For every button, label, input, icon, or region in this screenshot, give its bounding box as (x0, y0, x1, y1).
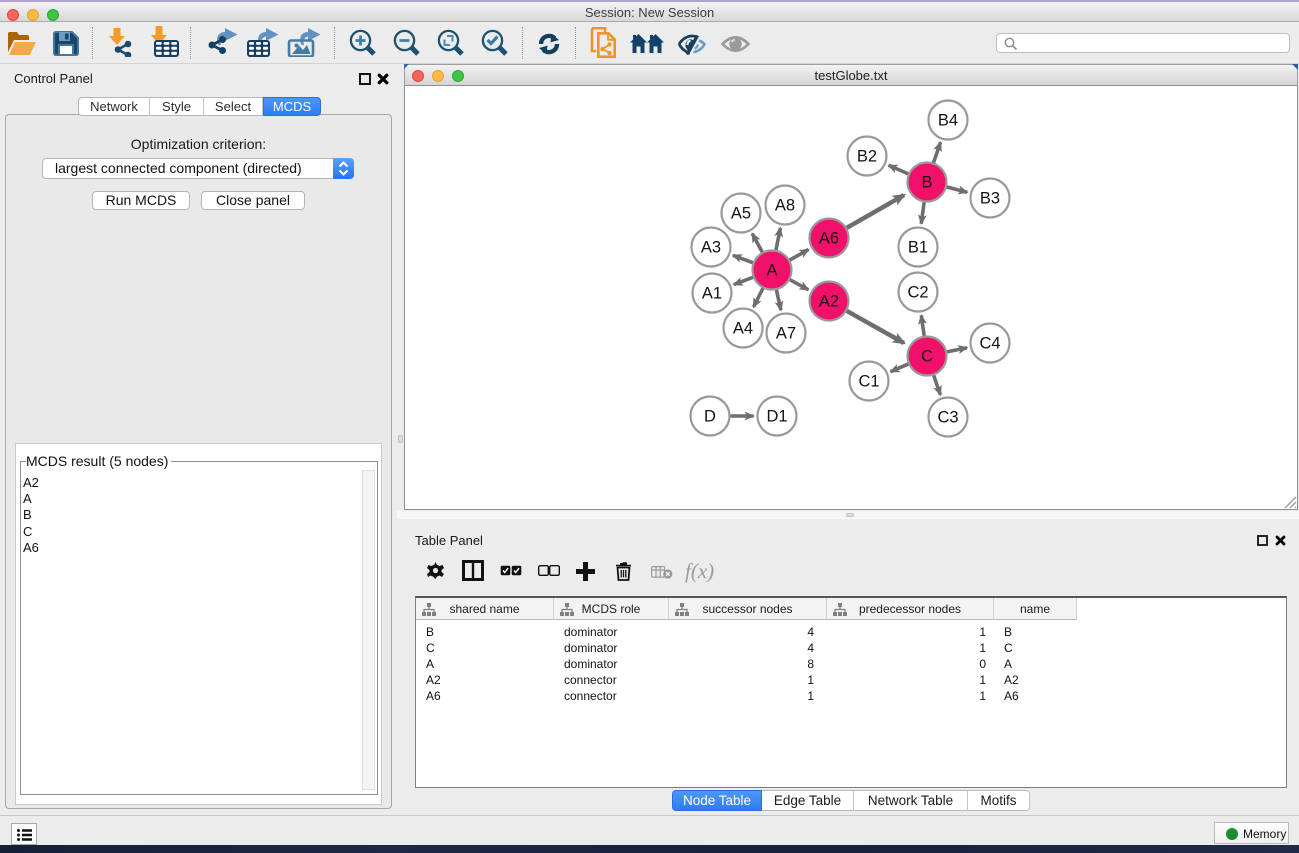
svg-text:A8: A8 (775, 197, 795, 215)
svg-text:B2: B2 (857, 148, 877, 166)
svg-text:D1: D1 (766, 408, 787, 426)
svg-text:A6: A6 (819, 230, 839, 248)
svg-text:C4: C4 (979, 335, 1000, 353)
svg-text:A4: A4 (733, 320, 753, 338)
svg-text:C1: C1 (858, 373, 879, 391)
svg-text:B: B (921, 174, 932, 192)
svg-text:C: C (921, 348, 933, 366)
svg-text:D: D (704, 408, 716, 426)
svg-text:C2: C2 (907, 284, 928, 302)
svg-text:B4: B4 (938, 112, 958, 130)
svg-text:B1: B1 (908, 239, 928, 257)
svg-text:A3: A3 (701, 239, 721, 257)
svg-text:A5: A5 (731, 205, 751, 223)
svg-text:A2: A2 (819, 293, 839, 311)
svg-text:B3: B3 (980, 190, 1000, 208)
svg-text:A: A (766, 262, 777, 280)
svg-text:C3: C3 (937, 409, 958, 427)
svg-text:A1: A1 (702, 285, 722, 303)
svg-text:A7: A7 (776, 325, 796, 343)
